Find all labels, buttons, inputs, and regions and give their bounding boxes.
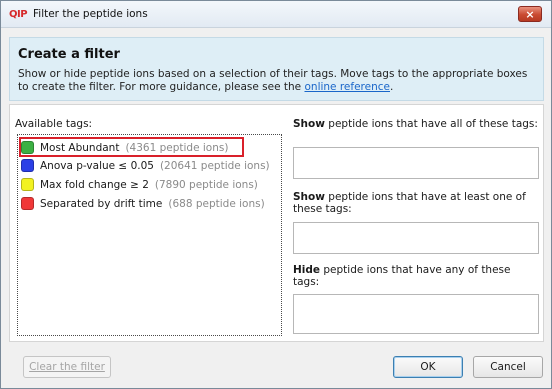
hide-verb: Hide — [293, 264, 321, 276]
dialog-description: Show or hide peptide ions based on a sel… — [18, 68, 538, 93]
close-button[interactable]: × — [518, 6, 542, 22]
show-all-drop-box[interactable] — [293, 147, 539, 179]
filter-dialog: QIP Filter the peptide ions × Create a f… — [0, 0, 552, 389]
tag-count: (688 peptide ions) — [168, 197, 265, 210]
tag-color-swatch — [21, 178, 34, 191]
cancel-button[interactable]: Cancel — [473, 356, 543, 378]
tag-item-anova[interactable]: Anova p-value ≤ 0.05 (20641 peptide ions… — [21, 157, 270, 174]
tag-count: (20641 peptide ions) — [159, 159, 270, 172]
tag-item-max-fold-change[interactable]: Max fold change ≥ 2 (7890 peptide ions) — [21, 176, 258, 193]
description-text: Show or hide peptide ions based on a sel… — [18, 68, 528, 93]
selection-highlight — [19, 137, 244, 157]
tag-label: Max fold change ≥ 2 — [40, 178, 149, 191]
show-all-label: Show peptide ions that have all of these… — [293, 118, 538, 130]
app-logo-icon: QIP — [9, 9, 28, 20]
hide-label: Hide peptide ions that have any of these… — [293, 264, 538, 288]
show-any-drop-box[interactable] — [293, 222, 539, 254]
close-icon: × — [525, 7, 535, 21]
available-tags-label: Available tags: — [15, 118, 93, 130]
tag-label: Separated by drift time — [40, 197, 163, 210]
online-reference-link[interactable]: online reference — [304, 81, 390, 93]
tag-color-swatch — [21, 197, 34, 210]
show-all-verb: Show — [293, 118, 325, 130]
show-any-verb: Show — [293, 191, 325, 203]
tag-item-drift-time[interactable]: Separated by drift time (688 peptide ion… — [21, 195, 265, 212]
show-all-text: peptide ions that have all of these tags… — [324, 118, 538, 130]
show-any-text: peptide ions that have at least one of t… — [293, 191, 526, 215]
tag-count: (7890 peptide ions) — [154, 178, 258, 191]
clear-filter-button[interactable]: Clear the filter — [23, 356, 111, 378]
tag-label: Anova p-value ≤ 0.05 — [40, 159, 154, 172]
tag-color-swatch — [21, 159, 34, 172]
hide-text: peptide ions that have any of these tags… — [293, 264, 511, 288]
ok-button[interactable]: OK — [393, 356, 463, 378]
show-any-label: Show peptide ions that have at least one… — [293, 191, 538, 215]
clear-filter-label: Clear the filter — [29, 361, 105, 373]
cancel-label: Cancel — [490, 361, 526, 373]
window-title: Filter the peptide ions — [33, 8, 148, 20]
header-panel: Create a filter Show or hide peptide ion… — [9, 37, 544, 101]
ok-label: OK — [420, 361, 436, 373]
hide-drop-box[interactable] — [293, 294, 539, 334]
description-end: . — [390, 80, 394, 93]
dialog-heading: Create a filter — [18, 47, 120, 62]
title-bar: QIP Filter the peptide ions × — [1, 1, 551, 28]
